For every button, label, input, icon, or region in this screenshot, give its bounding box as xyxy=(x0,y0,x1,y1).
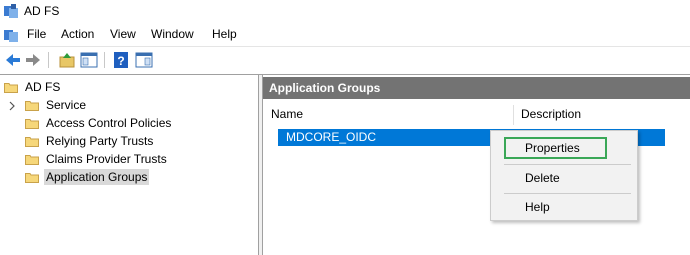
up-folder-icon[interactable] xyxy=(58,51,76,69)
menu-help[interactable]: Help xyxy=(212,27,237,41)
tree-root-label: AD FS xyxy=(25,80,61,94)
row-name-cell[interactable]: MDCORE_OIDC xyxy=(286,130,376,144)
window-title: AD FS xyxy=(24,4,60,18)
tree-item-label: Relying Party Trusts xyxy=(46,134,154,148)
tree-item-label: Service xyxy=(46,98,87,112)
tree-item-service[interactable]: Service xyxy=(25,96,88,114)
folder-icon xyxy=(25,118,39,129)
menu-bar: File Action View Window Help xyxy=(0,24,690,46)
show-hide-tree-icon[interactable] xyxy=(80,51,98,69)
title-bar: AD FS xyxy=(0,0,690,22)
column-divider[interactable] xyxy=(513,105,514,125)
chevron-right-icon[interactable] xyxy=(8,101,16,111)
folder-icon xyxy=(4,82,18,93)
tree-item-application-groups[interactable]: Application Groups xyxy=(25,168,150,186)
context-menu: Properties Delete Help xyxy=(490,130,638,221)
folder-icon xyxy=(25,136,39,147)
svg-text:?: ? xyxy=(117,54,124,68)
tree-item-access-control-policies[interactable]: Access Control Policies xyxy=(25,114,173,132)
menu-window[interactable]: Window xyxy=(151,27,194,41)
forward-arrow-icon[interactable] xyxy=(24,51,42,69)
menu-view[interactable]: View xyxy=(110,27,136,41)
tree-root[interactable]: AD FS xyxy=(4,78,62,96)
folder-icon xyxy=(25,154,39,165)
toolbar-separator xyxy=(48,52,49,68)
menu-file[interactable]: File xyxy=(27,27,46,41)
help-icon[interactable]: ? xyxy=(112,51,130,69)
folder-icon xyxy=(25,100,39,111)
tree-item-label: Application Groups xyxy=(44,169,150,185)
pane-title: Application Groups xyxy=(263,77,690,99)
menu-item-properties[interactable]: Properties xyxy=(525,141,580,155)
console-tree: AD FS Service Access Control Policies Re… xyxy=(0,75,259,255)
adfs-app-icon xyxy=(4,4,18,18)
tree-item-label: Access Control Policies xyxy=(46,116,172,130)
tree-item-label: Claims Provider Trusts xyxy=(46,152,167,166)
column-header-description[interactable]: Description xyxy=(521,103,581,125)
mmc-menu-icon[interactable] xyxy=(3,27,19,43)
tree-item-relying-party-trusts[interactable]: Relying Party Trusts xyxy=(25,132,155,150)
menu-separator xyxy=(504,193,631,194)
toolbar: ? xyxy=(0,46,690,73)
menu-item-help[interactable]: Help xyxy=(525,200,550,214)
folder-icon xyxy=(25,172,39,183)
toolbar-separator xyxy=(104,52,105,68)
menu-action[interactable]: Action xyxy=(61,27,94,41)
show-hide-action-pane-icon[interactable] xyxy=(135,51,153,69)
tree-item-claims-provider-trusts[interactable]: Claims Provider Trusts xyxy=(25,150,169,168)
back-arrow-icon[interactable] xyxy=(4,51,22,69)
menu-separator xyxy=(504,164,631,165)
column-header-name[interactable]: Name xyxy=(271,103,303,125)
menu-item-delete[interactable]: Delete xyxy=(525,171,560,185)
